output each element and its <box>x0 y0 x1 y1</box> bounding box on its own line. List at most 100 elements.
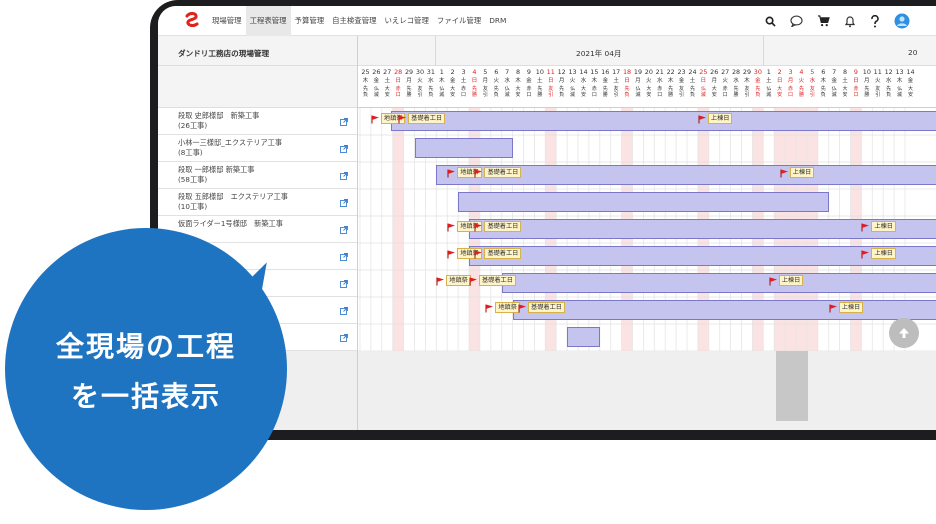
milestone-label[interactable]: 地鎮祭 <box>446 275 471 286</box>
external-link-icon[interactable] <box>340 118 348 126</box>
month-label-next: 20 <box>908 48 918 57</box>
external-link-icon[interactable] <box>340 145 348 153</box>
milestone-flag-icon[interactable] <box>769 277 778 286</box>
day-weekday: 木 <box>591 78 598 84</box>
milestone-label[interactable]: 基礎着工日 <box>528 302 565 313</box>
day-weekday: 金 <box>755 78 761 84</box>
schedule-bar[interactable] <box>414 138 513 158</box>
site-title: 仮面ライダー1号様邸 新築工事 <box>178 219 283 228</box>
milestone-label[interactable]: 上棟日 <box>778 275 804 286</box>
site-row[interactable]: 段取 史郎様邸 新築工事 (26工事) <box>158 108 358 135</box>
milestone-flag-icon[interactable] <box>436 277 445 286</box>
milestone-label[interactable]: 基礎着工日 <box>484 221 522 232</box>
day-weekday: 火 <box>646 78 652 84</box>
schedule-bar[interactable] <box>501 273 936 293</box>
site-row[interactable]: 段取 一郎様邸 新築工事 (58工事) <box>158 162 358 189</box>
day-weekday: 日 <box>471 78 478 84</box>
day-number: 3 <box>461 68 466 76</box>
day-weekday: 火 <box>569 78 576 84</box>
milestone-flag-icon[interactable] <box>829 304 838 313</box>
menu-item-ierecord[interactable]: いえレコ管理 <box>380 6 432 36</box>
day-number: 20 <box>644 68 653 76</box>
bell-icon[interactable] <box>844 15 856 28</box>
schedule-bar[interactable] <box>567 327 600 347</box>
scroll-to-top-button[interactable] <box>889 318 919 348</box>
menu-item-drm[interactable]: DRM <box>485 6 510 36</box>
milestone-flag-icon[interactable] <box>447 223 456 232</box>
milestone-label[interactable]: 上棟日 <box>707 113 733 124</box>
external-link-icon[interactable] <box>340 253 348 261</box>
site-title: 段取 一郎様邸 新築工事 <box>178 165 255 174</box>
day-rokuyo: 先勝 <box>668 86 674 98</box>
day-weekday: 日 <box>700 78 707 84</box>
day-rokuyo: 大安 <box>842 86 848 98</box>
day-header: 25 木先負 26 金仏滅 27 土大安 28 日赤口 29 月先勝 30 火友引 31 水先負 1 木仏滅 2… <box>358 66 936 108</box>
external-link-icon[interactable] <box>340 172 348 180</box>
site-column-title: ダンドリ工務店の現場管理 <box>178 49 270 58</box>
external-link-icon[interactable] <box>340 226 348 234</box>
external-link-icon[interactable] <box>340 307 348 315</box>
toolbar-icons <box>765 6 910 36</box>
milestone-flag-icon[interactable] <box>447 250 456 259</box>
day-rokuyo: 友引 <box>482 86 488 98</box>
menu-item-inspection[interactable]: 自主検査管理 <box>328 6 380 36</box>
dandori-logo-icon[interactable] <box>184 12 200 28</box>
day-number: 1 <box>766 68 771 76</box>
month-separator <box>435 36 436 66</box>
cart-icon[interactable] <box>817 15 830 27</box>
milestone-label[interactable]: 地鎮祭 <box>495 302 520 313</box>
day-number: 3 <box>788 68 793 76</box>
milestone-flag-icon[interactable] <box>485 304 494 313</box>
day-rokuyo: 赤口 <box>526 86 532 98</box>
milestone-flag-icon[interactable] <box>474 250 483 259</box>
milestone-label[interactable]: 上棟日 <box>871 221 896 232</box>
chat-icon[interactable] <box>790 15 803 27</box>
milestone-flag-icon[interactable] <box>518 304 527 313</box>
milestone-label[interactable]: 基礎着工日 <box>408 113 446 124</box>
menu-item-schedule[interactable]: 工程表管理 <box>245 6 291 36</box>
milestone-flag-icon[interactable] <box>474 223 483 232</box>
day-number: 25 <box>361 68 370 76</box>
day-rokuyo: 先勝 <box>471 86 477 98</box>
day-rokuyo: 大安 <box>646 86 652 98</box>
milestone-label[interactable]: 基礎着工日 <box>484 248 522 259</box>
milestone-flag-icon[interactable] <box>398 115 407 124</box>
milestone-label[interactable]: 上棟日 <box>871 248 896 259</box>
day-number: 14 <box>906 68 915 76</box>
day-rokuyo: 友引 <box>679 86 685 98</box>
day-rokuyo: 先勝 <box>602 86 608 98</box>
milestone-flag-icon[interactable] <box>447 169 456 178</box>
milestone-label[interactable]: 上棟日 <box>789 167 815 178</box>
milestone-flag-icon[interactable] <box>474 169 483 178</box>
day-number: 26 <box>710 68 719 76</box>
day-rokuyo: 先勝 <box>864 86 870 98</box>
help-icon[interactable] <box>870 14 880 28</box>
milestone-flag-icon[interactable] <box>698 115 707 124</box>
schedule-bar[interactable] <box>390 111 936 131</box>
milestone-flag-icon[interactable] <box>861 250 870 259</box>
milestone-flag-icon[interactable] <box>861 223 870 232</box>
search-icon[interactable] <box>765 16 776 27</box>
menu-item-site[interactable]: 現場管理 <box>208 6 246 36</box>
milestone-label[interactable]: 基礎着工日 <box>484 167 522 178</box>
user-avatar-icon[interactable] <box>894 13 910 29</box>
milestone-flag-icon[interactable] <box>371 115 380 124</box>
site-row[interactable]: 段取 五郎様邸 エクステリア工事 (10工事) <box>158 189 358 216</box>
external-link-icon[interactable] <box>340 199 348 207</box>
day-weekday: 金 <box>831 78 837 84</box>
site-row[interactable]: 小林一三様邸_エクステリア工事 (8工事) <box>158 135 358 162</box>
day-weekday: 火 <box>417 78 423 84</box>
schedule-bar[interactable] <box>458 192 829 212</box>
menu-item-files[interactable]: ファイル管理 <box>433 6 485 36</box>
milestone-label[interactable]: 基礎着工日 <box>479 275 516 286</box>
schedule-bar[interactable] <box>512 300 936 320</box>
milestone-flag-icon[interactable] <box>469 277 478 286</box>
menu-item-budget[interactable]: 予算管理 <box>291 6 329 36</box>
milestone-label[interactable]: 上棟日 <box>838 302 864 313</box>
external-link-icon[interactable] <box>340 280 348 288</box>
day-rokuyo: 先負 <box>362 86 368 98</box>
external-link-icon[interactable] <box>340 334 348 342</box>
milestone-flag-icon[interactable] <box>780 169 789 178</box>
day-weekday: 土 <box>842 78 848 84</box>
day-weekday: 木 <box>896 78 903 84</box>
